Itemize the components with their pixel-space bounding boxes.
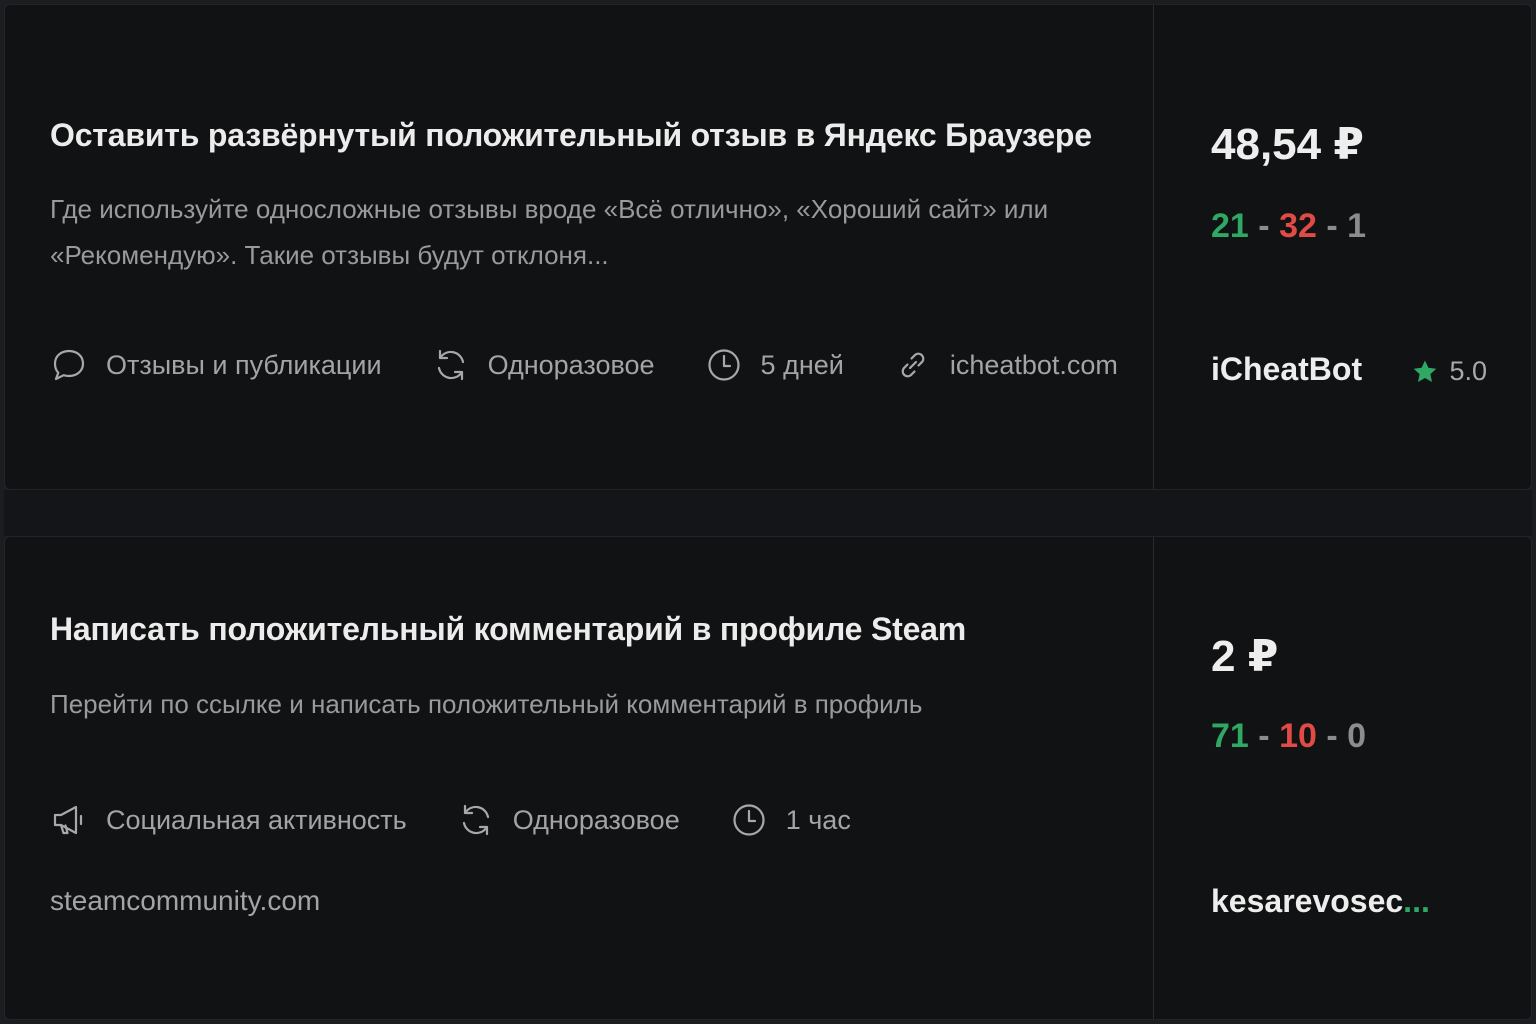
task-duration: 5 дней — [705, 346, 844, 384]
category-label: Отзывы и публикации — [106, 349, 382, 380]
link-icon — [901, 352, 925, 378]
task-description: Где используйте односложные отзывы вроде… — [50, 194, 1049, 270]
stat-negative: 32 — [1279, 207, 1317, 245]
task-link[interactable]: icheatbot.com — [894, 346, 1118, 384]
frequency-label: Одноразовое — [487, 349, 655, 380]
task-price: 2 ₽ — [1211, 632, 1279, 681]
refresh-icon — [462, 804, 489, 836]
megaphone-icon — [53, 805, 83, 835]
stat-neutral: 0 — [1347, 717, 1367, 755]
author-name[interactable]: iCheatBot — [1211, 351, 1362, 388]
task-card-main: Оставить развёрнутый положительный отзыв… — [5, 5, 1153, 489]
task-title[interactable]: Написать положительный комментарий в про… — [50, 611, 966, 648]
task-description: Перейти по ссылке и написать положительн… — [50, 689, 923, 719]
author-name[interactable]: kesarevosec... — [1211, 883, 1430, 920]
task-frequency: Одноразовое — [457, 801, 680, 839]
comment-icon — [53, 349, 85, 381]
task-category: Отзывы и публикации — [50, 346, 382, 384]
task-card-side: 48,54 ₽ 21 - 32 - 1 iCheatBot 5.0 — [1153, 5, 1531, 489]
task-meta: Отзывы и публикации Одноразовое 5 дней i… — [50, 346, 1118, 384]
author-name-ellipsis: ... — [1403, 883, 1430, 919]
task-price: 48,54 ₽ — [1211, 120, 1364, 169]
author-rating: 5.0 — [1411, 356, 1487, 387]
rating-value: 5.0 — [1449, 356, 1487, 386]
list-gap — [4, 490, 1532, 536]
task-card-side: 2 ₽ 71 - 10 - 0 kesarevosec... — [1153, 537, 1531, 1019]
task-title[interactable]: Оставить развёрнутый положительный отзыв… — [50, 117, 1092, 154]
stat-positive: 21 — [1211, 207, 1249, 245]
clock-icon — [707, 349, 740, 381]
task-duration: 1 час — [730, 801, 851, 839]
task-card[interactable]: Оставить развёрнутый положительный отзыв… — [4, 4, 1532, 490]
task-stats: 71 - 10 - 0 — [1211, 717, 1366, 756]
task-card-main: Написать положительный комментарий в про… — [5, 537, 1153, 1019]
category-label: Социальная активность — [106, 804, 407, 835]
task-frequency: Одноразовое — [432, 346, 655, 384]
frequency-label: Одноразовое — [512, 804, 680, 835]
task-card[interactable]: Написать положительный комментарий в про… — [4, 536, 1532, 1020]
stat-separator: - — [1258, 717, 1280, 755]
duration-label: 1 час — [785, 804, 851, 835]
task-meta: Социальная активность Одноразовое 1 час — [50, 801, 851, 839]
stat-separator: - — [1258, 207, 1280, 245]
task-stats: 21 - 32 - 1 — [1211, 207, 1366, 246]
task-category: Социальная активность — [50, 801, 407, 839]
stat-negative: 10 — [1279, 717, 1317, 755]
stat-neutral: 1 — [1347, 207, 1367, 245]
star-icon — [1414, 360, 1437, 382]
clock-icon — [733, 804, 765, 836]
stat-separator: - — [1326, 717, 1348, 755]
stat-separator: - — [1326, 207, 1348, 245]
task-link[interactable]: steamcommunity.com — [50, 885, 320, 917]
link-label[interactable]: icheatbot.com — [950, 350, 1118, 381]
stat-positive: 71 — [1211, 717, 1249, 755]
duration-label: 5 дней — [760, 349, 844, 380]
refresh-icon — [437, 349, 464, 381]
author-name-text: kesarevosec — [1211, 883, 1404, 919]
